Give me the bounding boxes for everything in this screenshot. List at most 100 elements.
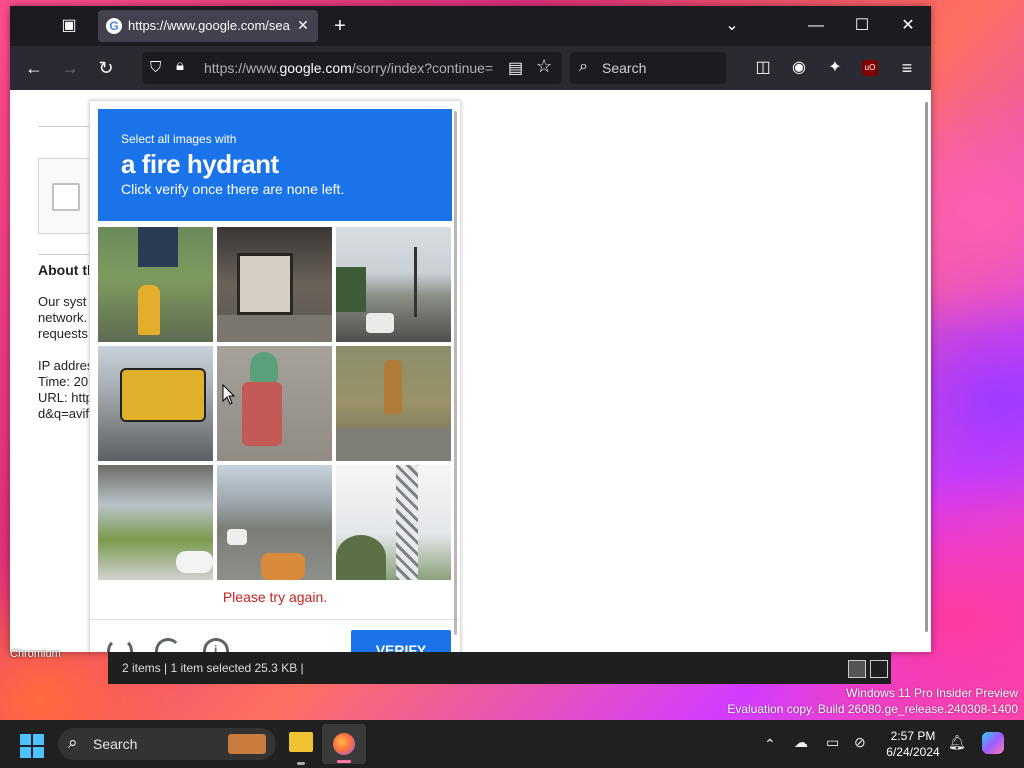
url-text[interactable]: https://www.google.com/sorry/index?conti… bbox=[204, 60, 494, 76]
trees-image bbox=[336, 267, 366, 312]
verify-button[interactable]: VERIFY bbox=[351, 630, 451, 652]
close-window-icon[interactable]: ✕ bbox=[896, 6, 920, 46]
explorer-status-text: 2 items | 1 item selected 25.3 KB | bbox=[122, 661, 304, 675]
network-icon[interactable]: ⊘ bbox=[854, 734, 866, 751]
captcha-tile-8[interactable] bbox=[217, 465, 332, 580]
forward-icon[interactable]: → bbox=[55, 53, 85, 83]
ublock-icon[interactable]: uO bbox=[862, 60, 878, 76]
tile-object bbox=[138, 227, 178, 267]
captcha-tile-2[interactable] bbox=[217, 227, 332, 342]
tab-groups-icon[interactable]: ▣ bbox=[56, 6, 82, 46]
captcha-footer: i VERIFY bbox=[90, 619, 460, 652]
captcha-tile-7[interactable] bbox=[98, 465, 213, 580]
taskbar-search[interactable]: ⌕ Search bbox=[58, 728, 276, 760]
clock-date: 6/24/2024 bbox=[886, 745, 940, 759]
captcha-tile-3[interactable] bbox=[336, 227, 451, 342]
reader-view-icon[interactable]: ▤ bbox=[508, 58, 523, 78]
car-image bbox=[227, 529, 247, 545]
maximize-icon[interactable]: ☐ bbox=[850, 6, 874, 46]
reload-challenge-icon[interactable] bbox=[107, 638, 133, 652]
captcha-scrollbar[interactable] bbox=[454, 111, 457, 635]
pocket-icon[interactable]: ◫ bbox=[748, 53, 778, 83]
info-glyph: i bbox=[214, 643, 218, 652]
captcha-tile-4[interactable] bbox=[98, 346, 213, 461]
clock-time: 2:57 PM bbox=[890, 729, 936, 743]
tab-google[interactable]: G https://www.google.com/search ✕ bbox=[98, 10, 318, 42]
windows-start-icon[interactable] bbox=[20, 734, 44, 758]
show-hidden-icons-icon[interactable]: ⌃ bbox=[764, 736, 776, 753]
captcha-instruction: Select all images with bbox=[121, 132, 237, 146]
list-tabs-icon[interactable]: ⌄ bbox=[720, 6, 744, 46]
recaptcha-checkbox[interactable] bbox=[52, 183, 80, 211]
url-prefix: https://www. bbox=[204, 60, 280, 76]
google-favicon-icon: G bbox=[106, 18, 122, 34]
road-image bbox=[336, 428, 451, 461]
details-view-icon[interactable] bbox=[848, 660, 866, 678]
file-explorer-statusbar: 2 items | 1 item selected 25.3 KB | bbox=[108, 652, 891, 684]
notification-bell-icon[interactable]: 🔔︎ bbox=[948, 734, 966, 751]
back-icon[interactable]: ← bbox=[19, 53, 49, 83]
page-line: network. bbox=[38, 310, 88, 325]
page-line: requests bbox=[38, 326, 88, 341]
extensions-icon[interactable]: ✦ bbox=[820, 53, 850, 83]
power-tower-image bbox=[396, 465, 418, 580]
fire-hydrant-image bbox=[242, 382, 282, 446]
captcha-dialog: Select all images with a fire hydrant Cl… bbox=[89, 100, 461, 652]
search-highlight-icon[interactable] bbox=[228, 734, 266, 754]
tiles-view-icon[interactable] bbox=[870, 660, 888, 678]
captcha-header: Select all images with a fire hydrant Cl… bbox=[98, 109, 452, 221]
browser-window: ▣ G https://www.google.com/search ✕ + ⌄ … bbox=[10, 6, 931, 652]
info-icon[interactable]: i bbox=[203, 638, 229, 652]
search-placeholder: Search bbox=[602, 60, 647, 76]
traffic-pole-image bbox=[414, 247, 417, 317]
reload-icon[interactable]: ↻ bbox=[91, 53, 121, 83]
url-bar[interactable]: ⛉ 🔒︎ https://www.google.com/sorry/index?… bbox=[142, 52, 562, 84]
captcha-tile-1[interactable] bbox=[98, 227, 213, 342]
taskbar-search-label: Search bbox=[93, 736, 138, 752]
captcha-subinstruction: Click verify once there are none left. bbox=[121, 181, 345, 197]
page-scrollbar[interactable] bbox=[925, 102, 928, 632]
bus-image bbox=[120, 368, 206, 422]
minimize-icon[interactable]: — bbox=[804, 6, 828, 46]
firefox-taskbar-button[interactable] bbox=[322, 724, 366, 764]
time-line: Time: 20 bbox=[38, 374, 89, 389]
file-explorer-icon[interactable] bbox=[289, 732, 313, 752]
captcha-target: a fire hydrant bbox=[121, 149, 279, 179]
hydrant-cap-image bbox=[250, 352, 278, 382]
display-icon[interactable]: ▭ bbox=[826, 734, 839, 751]
watermark-line-1: Windows 11 Pro Insider Preview bbox=[846, 686, 1018, 700]
clock[interactable]: 2:57 PM 6/24/2024 bbox=[878, 728, 948, 760]
ip-line: IP addres bbox=[38, 358, 94, 373]
shield-icon[interactable]: ⛉ bbox=[150, 59, 161, 76]
close-tab-icon[interactable]: ✕ bbox=[294, 16, 312, 34]
tab-title: https://www.google.com/search bbox=[128, 18, 290, 33]
search-icon: ⌕ bbox=[68, 733, 78, 752]
new-tab-icon[interactable]: + bbox=[328, 6, 352, 46]
copilot-icon[interactable] bbox=[982, 732, 1004, 754]
taskbar: ⌕ Search ⌃ ☁ ▭ ⊘ 2:57 PM 6/24/2024 🔔︎ bbox=[0, 720, 1024, 768]
tree-image bbox=[336, 535, 386, 580]
onedrive-icon[interactable]: ☁ bbox=[794, 734, 808, 751]
page-line: Our syst bbox=[38, 294, 87, 309]
captcha-tile-6[interactable] bbox=[336, 346, 451, 461]
search-icon: ⌕ bbox=[579, 58, 588, 75]
captcha-error: Please try again. bbox=[222, 589, 328, 605]
url-path: /sorry/index?continue= bbox=[351, 60, 494, 76]
captcha-tile-9[interactable] bbox=[336, 465, 451, 580]
storefront-image bbox=[237, 253, 293, 315]
firefox-icon bbox=[333, 733, 355, 755]
recaptcha-box bbox=[38, 158, 94, 234]
search-box[interactable]: ⌕ Search bbox=[570, 52, 726, 84]
query-line: d&q=avif bbox=[38, 406, 89, 421]
menu-icon[interactable]: ≡ bbox=[892, 53, 922, 83]
fire-hydrant-image bbox=[138, 285, 160, 335]
audio-challenge-icon[interactable] bbox=[155, 638, 181, 652]
nav-bar: ← → ↻ ⛉ 🔒︎ https://www.google.com/sorry/… bbox=[10, 46, 931, 90]
fire-hydrant-image bbox=[384, 360, 402, 414]
account-icon[interactable]: ◉ bbox=[784, 53, 814, 83]
lock-icon[interactable]: 🔒︎ bbox=[176, 57, 184, 74]
url-host: google.com bbox=[279, 60, 352, 76]
car-image bbox=[366, 313, 394, 333]
active-indicator bbox=[337, 760, 351, 763]
bookmark-star-icon[interactable]: ☆ bbox=[536, 56, 552, 77]
